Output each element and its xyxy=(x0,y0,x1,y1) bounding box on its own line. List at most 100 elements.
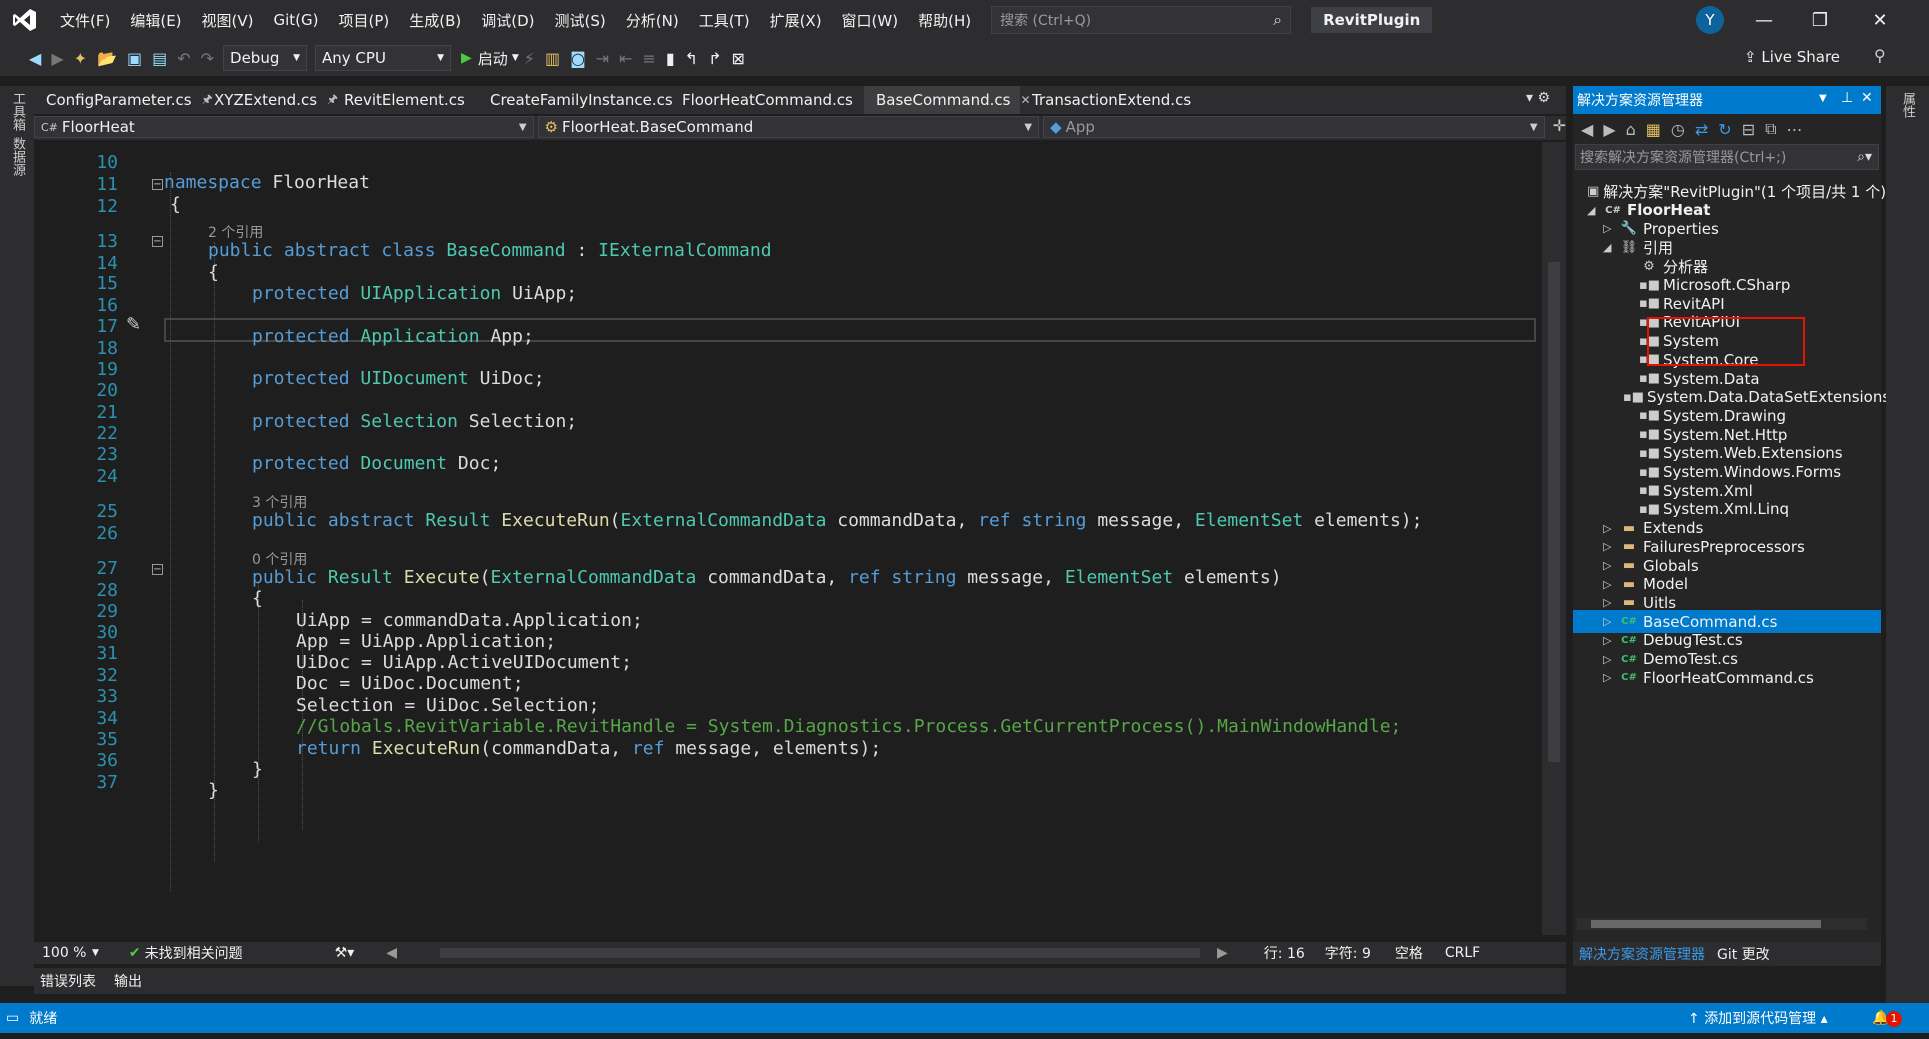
menu-item[interactable]: 生成(B) xyxy=(399,10,471,31)
clear-bookmarks-icon[interactable]: ⊠ xyxy=(731,49,744,68)
menu-item[interactable]: 帮助(H) xyxy=(908,10,981,31)
visual-studio-logo-icon[interactable] xyxy=(0,0,50,40)
pin-icon[interactable]: ⊥ xyxy=(1841,90,1853,106)
tab-overflow-icon[interactable]: ▾ ⚙ xyxy=(1526,90,1550,106)
start-button[interactable]: ▶ 启动 ▼ xyxy=(461,48,519,69)
redo-icon[interactable]: ↷ xyxy=(201,49,214,68)
step-icon[interactable]: ⇥ xyxy=(596,49,609,68)
tab-xyzextend-cs[interactable]: XYZExtend.cs 🖈 xyxy=(202,86,338,114)
menu-item[interactable]: 视图(V) xyxy=(192,10,264,31)
tab-error-list[interactable]: 错误列表 xyxy=(40,971,96,991)
tab-floorheatcommand-cs[interactable]: FloorHeatCommand.cs xyxy=(670,86,864,114)
collapsed-arrow-icon[interactable]: ▷ xyxy=(1603,653,1619,666)
menu-item[interactable]: 扩展(X) xyxy=(760,10,832,31)
collapsed-arrow-icon[interactable]: ▷ xyxy=(1603,615,1619,628)
issues-status[interactable]: 未找到相关问题 xyxy=(145,943,243,963)
brush-icon[interactable]: ⚒▾ xyxy=(335,945,355,961)
comment-icon[interactable]: ≡ xyxy=(642,49,655,68)
save-icon[interactable]: ▣ xyxy=(127,49,142,68)
switch-views-icon[interactable]: ▦ xyxy=(1646,120,1661,139)
collapse-icon[interactable]: − xyxy=(152,236,163,247)
menu-item[interactable]: 窗口(W) xyxy=(832,10,909,31)
bookmark-icon[interactable]: ▮ xyxy=(666,49,675,68)
project-dropdown[interactable]: C# FloorHeat ▼ xyxy=(34,116,534,138)
editor-horizontal-scrollbar[interactable] xyxy=(440,948,1200,958)
tab-solution-explorer[interactable]: 解决方案资源管理器 xyxy=(1573,944,1711,964)
minimize-icon[interactable]: — xyxy=(1736,0,1792,40)
member-dropdown[interactable]: ◆ App ▼ xyxy=(1043,116,1545,138)
undo-icon[interactable]: ↶ xyxy=(177,49,190,68)
forward-icon[interactable]: ▶ xyxy=(51,49,63,68)
open-file-icon[interactable]: 📂 xyxy=(97,49,117,68)
forward-icon[interactable]: ▶ xyxy=(1603,120,1615,139)
collapsed-arrow-icon[interactable]: ▷ xyxy=(1603,559,1619,572)
new-project-icon[interactable]: ✦ xyxy=(74,49,87,68)
collapse-icon[interactable]: − xyxy=(152,564,163,575)
scrollbar-thumb[interactable] xyxy=(1591,920,1821,928)
tab-git-changes[interactable]: Git 更改 xyxy=(1711,944,1776,964)
zoom-level[interactable]: 100 % xyxy=(42,945,92,961)
expanded-arrow-icon[interactable]: ◢ xyxy=(1587,204,1603,217)
hot-reload-icon[interactable]: ⚡ xyxy=(524,49,535,68)
collapsed-arrow-icon[interactable]: ▷ xyxy=(1603,578,1619,591)
scrollbar-thumb[interactable] xyxy=(1548,262,1560,762)
collapsed-arrow-icon[interactable]: ▷ xyxy=(1603,222,1619,235)
screenshot-icon[interactable]: ◙ xyxy=(570,49,586,68)
tree-item[interactable]: ▷ C# FloorHeatCommand.cs xyxy=(1573,666,1881,689)
menu-item[interactable]: 工具(T) xyxy=(689,10,760,31)
type-dropdown[interactable]: ⚙ FloorHeat.BaseCommand ▼ xyxy=(537,116,1040,138)
expanded-arrow-icon[interactable]: ◢ xyxy=(1603,241,1619,254)
menu-item[interactable]: 文件(F) xyxy=(50,10,120,31)
pending-changes-icon[interactable]: ◷ xyxy=(1671,120,1685,139)
account-avatar[interactable]: Y xyxy=(1696,6,1724,34)
indent-icon[interactable]: ⇤ xyxy=(619,49,632,68)
feedback-icon[interactable]: ⚲ xyxy=(1874,46,1886,65)
menu-item[interactable]: 调试(D) xyxy=(471,10,544,31)
collapsed-arrow-icon[interactable]: ▷ xyxy=(1603,540,1619,553)
show-all-files-icon[interactable]: ⧉ xyxy=(1765,119,1776,139)
menu-item[interactable]: 分析(N) xyxy=(616,10,689,31)
collapsed-arrow-icon[interactable]: ▷ xyxy=(1603,671,1619,684)
more-icon[interactable]: ⋯ xyxy=(1787,120,1803,139)
sync-icon[interactable]: ⇄ xyxy=(1695,120,1708,139)
tab-revitelement-cs[interactable]: RevitElement.cs xyxy=(332,86,478,114)
line-ending[interactable]: CRLF xyxy=(1445,945,1480,961)
browse-icon[interactable]: ▥ xyxy=(545,49,560,68)
toolbox-tab[interactable]: 工具箱 xyxy=(8,92,27,131)
tree-horizontal-scrollbar[interactable] xyxy=(1577,918,1867,930)
tab-configparameter-cs[interactable]: ConfigParameter.cs 🖈 xyxy=(34,86,213,114)
collapsed-arrow-icon[interactable]: ▷ xyxy=(1603,596,1619,609)
split-icon[interactable]: ✛ xyxy=(1553,116,1566,140)
solution-explorer-search[interactable]: 搜索解决方案资源管理器(Ctrl+;) ⌕▾ xyxy=(1575,144,1879,170)
back-icon[interactable]: ◀ xyxy=(1581,120,1593,139)
collapsed-arrow-icon[interactable]: ▷ xyxy=(1603,522,1619,535)
properties-tab[interactable]: 属性 xyxy=(1898,92,1917,118)
home-icon[interactable]: ⌂ xyxy=(1626,120,1636,139)
prev-bookmark-icon[interactable]: ↰ xyxy=(685,49,698,68)
reference-codelens[interactable]: 0 个引用 xyxy=(252,549,307,569)
search-box[interactable]: 搜索 (Ctrl+Q) ⌕ xyxy=(991,6,1292,34)
live-share-button[interactable]: ⇪ Live Share xyxy=(1744,48,1840,66)
restore-icon[interactable]: ❐ xyxy=(1792,0,1848,40)
source-control-button[interactable]: ↑ 添加到源代码管理 ▴ xyxy=(1688,1008,1828,1028)
platform-dropdown[interactable]: Any CPU ▼ xyxy=(315,45,452,71)
menu-item[interactable]: 编辑(E) xyxy=(120,10,191,31)
code-editor[interactable]: − − − ✎ namespace FloorHeat { 2 个引用 publ… xyxy=(34,142,1542,942)
editor-vertical-scrollbar[interactable] xyxy=(1542,142,1566,935)
scroll-left-icon[interactable]: ◀ xyxy=(386,945,397,961)
menu-item[interactable]: 测试(S) xyxy=(545,10,616,31)
close-icon[interactable]: ✕ xyxy=(1852,0,1908,40)
tab-createfamilyinstance-cs[interactable]: CreateFamilyInstance.cs xyxy=(478,86,673,114)
indentation-mode[interactable]: 空格 xyxy=(1395,943,1423,963)
quick-actions-icon[interactable]: ✎ xyxy=(126,314,141,335)
back-icon[interactable]: ◀ xyxy=(29,49,41,68)
collapse-all-icon[interactable]: ⊟ xyxy=(1742,120,1755,139)
chevron-down-icon[interactable]: ▼ xyxy=(92,948,99,958)
chevron-down-icon[interactable]: ▼ xyxy=(1819,93,1827,104)
datasource-tab[interactable]: 数据源 xyxy=(8,137,27,176)
reference-codelens[interactable]: 2 个引用 xyxy=(208,222,263,242)
close-icon[interactable]: ✕ xyxy=(1861,90,1873,106)
reference-codelens[interactable]: 3 个引用 xyxy=(252,492,307,512)
collapsed-arrow-icon[interactable]: ▷ xyxy=(1603,634,1619,647)
tab-basecommand-cs[interactable]: BaseCommand.cs ✕ xyxy=(864,86,1031,114)
